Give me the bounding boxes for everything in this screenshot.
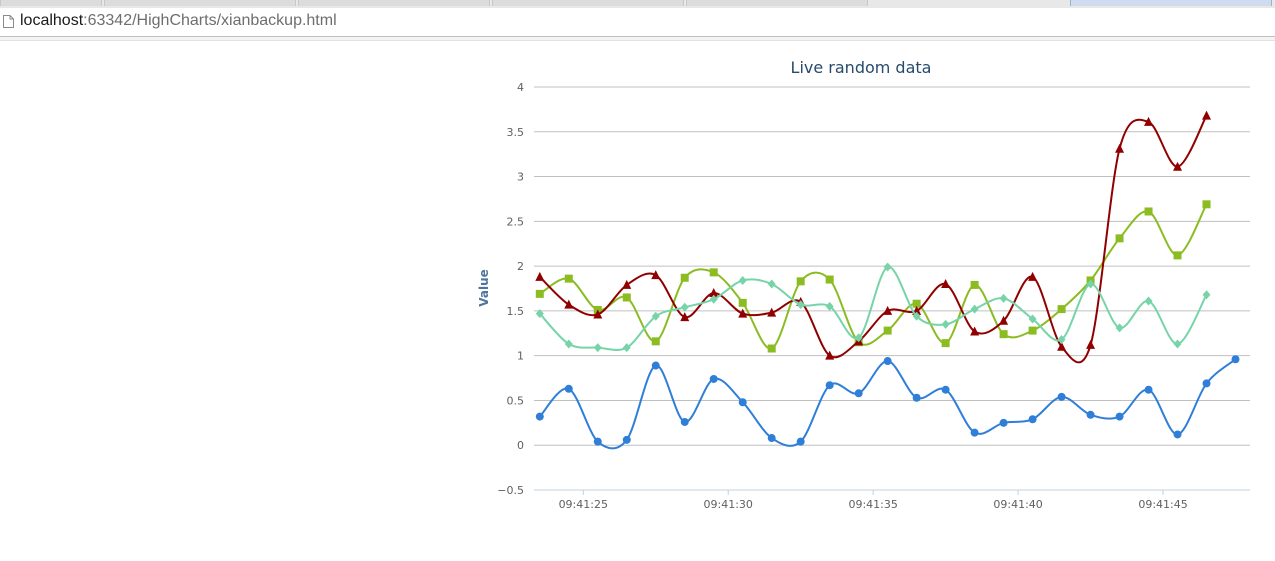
data-point	[1115, 412, 1124, 421]
browser-tab[interactable]	[298, 0, 490, 6]
data-point	[593, 343, 602, 353]
data-point	[535, 412, 544, 421]
data-point	[651, 337, 660, 346]
data-point	[883, 357, 892, 366]
series-line	[539, 115, 1208, 364]
y-tick-label: 4	[517, 81, 524, 94]
browser-tab-strip	[0, 0, 1275, 8]
data-point	[535, 289, 544, 298]
data-point	[1202, 110, 1212, 120]
browser-tab[interactable]	[686, 0, 868, 6]
data-point	[970, 304, 979, 314]
data-point	[1144, 207, 1153, 216]
y-tick-label: 2.5	[507, 215, 525, 228]
data-point	[1231, 355, 1240, 364]
data-point	[680, 273, 689, 282]
data-point	[1057, 305, 1066, 314]
data-point	[738, 398, 747, 407]
y-tick-label: 1.5	[507, 305, 525, 318]
data-point	[622, 279, 632, 289]
page-icon	[3, 15, 14, 28]
data-point	[738, 275, 747, 285]
series-2	[535, 200, 1211, 353]
data-point	[1202, 200, 1211, 209]
x-tick-label: 09:41:35	[848, 498, 897, 511]
data-point	[796, 437, 805, 446]
data-point	[767, 434, 776, 443]
x-tick-label: 09:41:40	[993, 498, 1042, 511]
data-point	[999, 330, 1008, 339]
line-chart: Live random data Value −0.5 0 0.5 1 1.5 2 2.5 3…	[477, 58, 1250, 511]
data-point	[1028, 326, 1037, 335]
data-point	[1115, 234, 1124, 243]
data-point	[564, 384, 573, 393]
y-tick-label: −0.5	[497, 484, 524, 497]
x-tick-label: 09:41:30	[704, 498, 753, 511]
series-3	[535, 110, 1212, 364]
data-point	[999, 293, 1008, 303]
y-axis-title: Value	[477, 269, 491, 307]
data-point	[622, 435, 631, 444]
chart-title: Live random data	[791, 58, 932, 77]
browser-tab[interactable]	[492, 0, 684, 6]
data-point	[767, 344, 776, 353]
series-1	[535, 355, 1240, 450]
chart-container: Live random data Value −0.5 0 0.5 1 1.5 2 2.5 3…	[470, 46, 1275, 557]
toolbar-divider	[0, 37, 1275, 41]
data-point	[593, 437, 602, 446]
data-point	[1086, 410, 1095, 419]
y-tick-label: 0.5	[507, 394, 525, 407]
url-path: :63342/HighCharts/xianbackup.html	[83, 12, 337, 29]
data-point	[1086, 339, 1096, 349]
browser-tab[interactable]	[0, 0, 102, 6]
data-point	[564, 299, 574, 309]
data-point	[622, 293, 631, 302]
data-point	[1057, 392, 1066, 401]
browser-tab[interactable]	[104, 0, 296, 6]
data-point	[941, 385, 950, 394]
url-host: localhost	[20, 12, 84, 29]
browser-tab-active[interactable]	[1070, 0, 1272, 6]
data-point	[941, 319, 950, 329]
x-tick-label: 09:41:45	[1138, 498, 1187, 511]
data-point	[651, 361, 660, 370]
data-point	[825, 275, 834, 284]
data-point	[1173, 430, 1182, 439]
data-point	[912, 393, 921, 402]
data-point	[535, 271, 545, 281]
data-point	[999, 418, 1008, 427]
y-tick-label: 2	[517, 260, 524, 273]
data-point	[796, 277, 805, 286]
data-point	[1202, 290, 1211, 300]
data-point	[1115, 143, 1125, 153]
address-bar[interactable]: localhost:63342/HighCharts/xianbackup.ht…	[0, 8, 1275, 37]
data-point	[738, 298, 747, 307]
data-point	[564, 274, 573, 283]
y-tick-label: 3	[517, 171, 524, 184]
y-tick-label: 0	[517, 439, 524, 452]
data-point	[883, 326, 892, 335]
data-point	[970, 280, 979, 289]
data-point	[767, 279, 776, 289]
data-point	[1173, 339, 1182, 349]
data-point	[825, 381, 834, 390]
data-point	[709, 268, 718, 277]
data-point	[1144, 385, 1153, 394]
data-point	[709, 374, 718, 383]
series-line	[539, 266, 1208, 351]
data-point	[680, 417, 689, 426]
url-text[interactable]: localhost:63342/HighCharts/xianbackup.ht…	[20, 12, 337, 30]
data-point	[970, 428, 979, 437]
data-point	[854, 389, 863, 398]
y-tick-label: 1	[517, 350, 524, 363]
series-4	[535, 262, 1211, 353]
data-point	[1173, 251, 1182, 260]
data-point	[1202, 379, 1211, 388]
data-point	[1028, 415, 1037, 424]
data-point	[941, 339, 950, 348]
x-tick-label: 09:41:25	[559, 498, 608, 511]
y-tick-label: 3.5	[507, 126, 525, 139]
series-line	[539, 358, 1237, 450]
